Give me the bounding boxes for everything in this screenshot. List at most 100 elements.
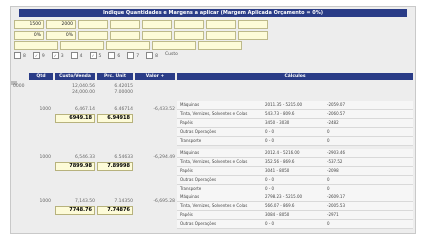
calc-value: 3041 - 8050 [265, 168, 290, 173]
margin-field-6[interactable] [174, 31, 204, 40]
checkbox-3[interactable]: ✓ 3 [51, 52, 64, 59]
col-calculos: Cálculos [177, 73, 413, 80]
group-prc1: 7.14350 [114, 199, 133, 204]
calc-label: Máquinas [180, 194, 200, 199]
group-qtd: 1000 [39, 107, 51, 112]
checkbox-box[interactable] [70, 52, 78, 59]
margin-field-8[interactable] [238, 31, 268, 40]
calc-value: 0 - 0 [265, 186, 275, 191]
top-qtd: 0000 [13, 84, 25, 89]
extra-field-2[interactable] [60, 41, 104, 50]
calc-total: -2060.57 [327, 111, 345, 116]
margin-field-1[interactable]: 0% [14, 31, 44, 40]
checkbox-8[interactable]: 8 [14, 52, 26, 59]
checkbox-box[interactable]: ✓ [89, 52, 97, 59]
calc-line: Papéis 3450 - 3030 -2482 [177, 119, 413, 128]
checkbox-box[interactable]: ✓ [51, 52, 59, 59]
calc-line: Máquinas 2798.23 - 5215.00 -2609.17 [177, 193, 413, 202]
checkbox-7[interactable]: 7 [127, 52, 139, 59]
calc-label: Tinta, Vernizes, Solventes e Colas [180, 203, 248, 208]
margin-field-7[interactable] [206, 31, 236, 40]
calc-line: Máquinas 2011.35 - 5215.00 -2059.07 [177, 101, 413, 110]
group-custo: 6,467.14 [74, 107, 95, 112]
calc-value: 352.56 - 869.6 [265, 159, 295, 164]
calc-total: -2971 [327, 212, 339, 217]
col-prc: Prc. Unit [97, 73, 133, 80]
calc-line: Tinta, Vernizes, Solventes e Colas 566.07… [177, 202, 413, 211]
checkbox-label: 8 [23, 54, 26, 59]
calc-total: 0 [327, 129, 330, 134]
extra-field-1[interactable] [14, 41, 58, 50]
checkbox-box[interactable] [146, 52, 154, 59]
group-prc1: 6.54633 [114, 155, 133, 160]
quote-window: Indique Quantidades e Margens a aplicar … [10, 6, 416, 234]
group-prc2[interactable]: 6.94918 [97, 114, 133, 123]
calc-total: -2059.07 [327, 102, 345, 107]
checkbox-box[interactable] [14, 52, 21, 59]
group-prc2[interactable]: 7.74876 [97, 206, 133, 215]
qty-field-3[interactable] [78, 20, 108, 29]
calc-line: Máquinas 2012.4 - 5216.00 -2903.46 [177, 149, 413, 158]
group-venda[interactable]: 7748.76 [55, 206, 95, 215]
extra-param-row [14, 41, 242, 50]
checkbox-box[interactable] [108, 52, 116, 59]
group-prc1: 6.46714 [114, 107, 133, 112]
qty-field-8[interactable] [238, 20, 268, 29]
window-title: Indique Quantidades e Margens a aplicar … [19, 9, 407, 17]
qty-field-7[interactable] [206, 20, 236, 29]
checkbox-label: 3 [60, 54, 64, 59]
extra-field-4[interactable] [152, 41, 196, 50]
custo-label: Custo [165, 52, 178, 57]
checkbox-4[interactable]: 4 [70, 52, 83, 59]
extra-field-5[interactable] [198, 41, 242, 50]
group-valor: -6,433.52 [153, 107, 175, 112]
qty-field-1[interactable]: 1500 [14, 20, 44, 29]
qty-field-5[interactable] [142, 20, 172, 29]
calc-line: Papéis 3084 - 8050 -2971 [177, 211, 413, 220]
qty-field-4[interactable] [110, 20, 140, 29]
group-qtd: 1000 [39, 199, 51, 204]
calc-label: Papéis [180, 120, 193, 125]
checkbox-5[interactable]: ✓ 5 [89, 52, 101, 59]
calc-line: Tinta, Vernizes, Solventes e Colas 352.56… [177, 158, 413, 167]
margin-param-row: 0% 0% [14, 31, 268, 40]
group-prc2[interactable]: 7.89998 [97, 162, 133, 171]
calc-label: Transporte [180, 138, 202, 143]
checkbox-box[interactable] [127, 52, 135, 59]
calc-value: 2012.4 - 5216.00 [265, 150, 300, 155]
calc-value: 0 - 0 [265, 221, 275, 226]
calc-value: 3450 - 3030 [265, 120, 290, 125]
calc-label: Tinta, Vernizes, Solventes e Colas [180, 159, 248, 164]
qty-field-6[interactable] [174, 20, 204, 29]
margin-field-5[interactable] [142, 31, 172, 40]
calc-line: Outras Operações 0 - 0 0 [177, 220, 413, 229]
top-p2: 7.00000 [114, 90, 133, 95]
group-venda[interactable]: 7899.98 [55, 162, 95, 171]
calc-label: Outras Operações [180, 177, 217, 182]
margin-field-3[interactable] [78, 31, 108, 40]
calc-value: 0 - 0 [265, 177, 275, 182]
checkbox-6[interactable]: 6 [108, 52, 120, 59]
extra-field-3[interactable] [106, 41, 150, 50]
margin-field-2[interactable]: 0% [46, 31, 76, 40]
group-valor: -6,294.49 [153, 155, 175, 160]
col-custo: Custo/Venda [55, 73, 95, 80]
calc-line: Papéis 3041 - 8050 -2098 [177, 167, 413, 176]
calc-label: Transporte [180, 186, 202, 191]
calc-value: 0 - 0 [265, 129, 275, 134]
margin-field-4[interactable] [110, 31, 140, 40]
checkbox-label: 9 [41, 54, 45, 59]
checkbox-label: 6 [117, 54, 121, 59]
checkbox-label: 7 [136, 54, 140, 59]
checkbox-8b[interactable]: 8 [146, 52, 158, 59]
calc-total: -537.52 [327, 159, 343, 164]
calc-label: Outras Operações [180, 221, 217, 226]
group-custo: 7,143.50 [74, 199, 95, 204]
checkbox-box[interactable]: ✓ [32, 52, 40, 59]
calc-value: 566.07 - 869.6 [265, 203, 295, 208]
qty-field-2[interactable]: 2000 [46, 20, 76, 29]
calc-label: Tinta, Vernizes, Solventes e Colas [180, 111, 248, 116]
calc-label: Máquinas [180, 150, 200, 155]
group-venda[interactable]: 6949.18 [55, 114, 95, 123]
checkbox-9[interactable]: ✓ 9 [32, 52, 45, 59]
